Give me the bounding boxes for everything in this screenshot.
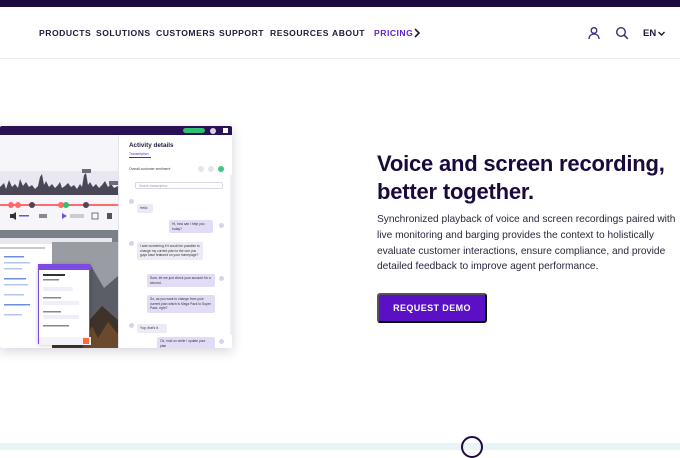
- recording-panel: [0, 135, 118, 348]
- avatar: [210, 128, 216, 134]
- hero-headline: Voice and screen recording, better toget…: [377, 151, 665, 204]
- active-tab-indicator: [129, 157, 151, 158]
- transcript-search-input[interactable]: Search transcription: [135, 182, 223, 189]
- activity-details-panel: Activity details Transcription Overall c…: [118, 135, 232, 348]
- avatar: [219, 276, 224, 281]
- main-navigation: PRODUCTS SOLUTIONS CUSTOMERS SUPPORT RES…: [0, 7, 680, 59]
- timeline-markers: [8, 202, 89, 208]
- top-accent-bar: [0, 0, 680, 7]
- nav-solutions[interactable]: SOLUTIONS: [96, 28, 151, 38]
- nav-about[interactable]: ABOUT: [332, 28, 365, 38]
- avatar: [129, 241, 134, 246]
- tab-transcription[interactable]: Transcription: [129, 152, 148, 156]
- screen-recording: [0, 230, 118, 348]
- sentiment-icons: [198, 166, 224, 172]
- next-section-band: [0, 443, 680, 450]
- avatar: [129, 199, 134, 204]
- transcript-scrollbar[interactable]: [230, 175, 232, 335]
- user-icon[interactable]: [587, 26, 601, 40]
- transcript-message: Ok, hold on while I update your plan: [157, 337, 215, 348]
- transcript-message: Hi, how can I help you today?: [169, 220, 213, 233]
- transcript-message: Sure, let me just check your account for…: [147, 274, 215, 287]
- panel-title: Activity details: [129, 142, 174, 149]
- search-icon[interactable]: [615, 26, 629, 40]
- nav-pricing[interactable]: PRICING: [374, 28, 413, 38]
- status-pill: [183, 128, 205, 133]
- playback-controls[interactable]: [0, 211, 118, 221]
- avatar: [219, 223, 224, 228]
- product-screenshot: Activity details Transcription Overall c…: [0, 126, 232, 348]
- section-icon: [461, 436, 483, 458]
- avatar: [219, 339, 224, 344]
- menu-icon: [223, 128, 228, 133]
- nav-resources[interactable]: RESOURCES: [270, 28, 329, 38]
- waveform: [0, 169, 118, 195]
- recorded-dialog: [38, 264, 91, 345]
- transcript-message: Yup, that's it.: [137, 324, 167, 333]
- nav-customers[interactable]: CUSTOMERS: [156, 28, 215, 38]
- transcript-message: So, as you want to change from your curr…: [147, 295, 215, 313]
- chevron-right-icon[interactable]: [412, 27, 422, 39]
- hero-description: Synchronized playback of voice and scree…: [377, 214, 676, 273]
- dialog-content: [39, 265, 91, 345]
- chevron-down-icon[interactable]: [657, 29, 666, 38]
- nav-products[interactable]: PRODUCTS: [39, 28, 91, 38]
- language-selector[interactable]: EN: [643, 28, 656, 39]
- nav-support[interactable]: SUPPORT: [219, 28, 264, 38]
- sentiment-label: Overall customer sentiment: [129, 167, 171, 171]
- transcript-message: Hello: [137, 204, 153, 213]
- avatar: [129, 323, 134, 328]
- transcript-message: I was wondering if it would be possible …: [137, 242, 203, 260]
- request-demo-button[interactable]: REQUEST DEMO: [377, 293, 487, 323]
